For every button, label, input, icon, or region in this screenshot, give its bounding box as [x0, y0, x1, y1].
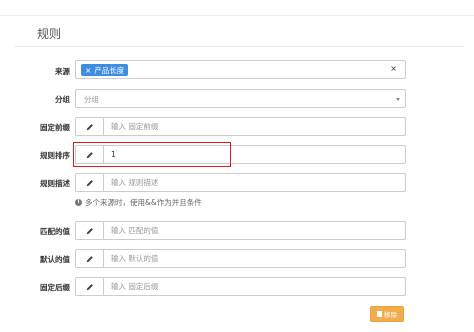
top-edge — [0, 0, 474, 16]
group-label: 分组 — [55, 95, 70, 104]
highlight-box — [73, 142, 231, 167]
desc-input[interactable]: 输入 规则描述 — [104, 174, 405, 191]
remove-button-label: 移除 — [384, 311, 397, 319]
pencil-icon — [76, 222, 104, 239]
pencil-icon — [76, 174, 104, 191]
section-title: 规则 — [37, 27, 62, 41]
prefix-field[interactable]: 输入 固定前缀 — [75, 117, 406, 136]
default-input[interactable]: 输入 默认的值 — [104, 250, 405, 267]
source-tag[interactable]: × 产品长度 — [81, 64, 129, 76]
suffix-input[interactable]: 输入 固定后缀 — [104, 278, 405, 295]
desc-label: 规则描述 — [40, 179, 70, 188]
source-select[interactable]: × 产品长度 × — [75, 60, 406, 79]
group-placeholder: 分组 — [84, 95, 99, 104]
remove-button[interactable]: 移除 — [370, 306, 404, 322]
prefix-label: 固定前缀 — [40, 123, 70, 132]
suffix-label: 固定后缀 — [40, 283, 70, 292]
pencil-icon — [76, 278, 104, 295]
tag-remove-icon[interactable]: × — [85, 66, 91, 75]
match-input[interactable]: 输入 匹配的值 — [104, 222, 405, 239]
sort-label: 规则排序 — [40, 151, 70, 160]
chevron-down-icon — [396, 98, 400, 101]
suffix-field[interactable]: 输入 固定后缀 — [75, 277, 406, 296]
hint-label: 多个来源时，使用&&作为并且条件 — [85, 198, 202, 207]
source-tag-label: 产品长度 — [94, 65, 125, 75]
info-icon: i — [75, 199, 82, 206]
divider — [14, 46, 464, 47]
prefix-input[interactable]: 输入 固定前缀 — [104, 118, 405, 135]
pencil-icon — [76, 118, 104, 135]
match-label: 匹配的值 — [40, 227, 70, 236]
pencil-icon — [76, 250, 104, 267]
source-label: 来源 — [55, 67, 70, 76]
hint-text: i 多个来源时，使用&&作为并且条件 — [75, 197, 202, 208]
desc-field[interactable]: 输入 规则描述 — [75, 173, 406, 192]
default-label: 默认的值 — [40, 255, 70, 264]
default-field[interactable]: 输入 默认的值 — [75, 249, 406, 268]
match-field[interactable]: 输入 匹配的值 — [75, 221, 406, 240]
group-select[interactable]: 分组 — [75, 89, 406, 108]
trash-icon — [377, 311, 382, 317]
clear-icon[interactable]: × — [390, 64, 397, 73]
